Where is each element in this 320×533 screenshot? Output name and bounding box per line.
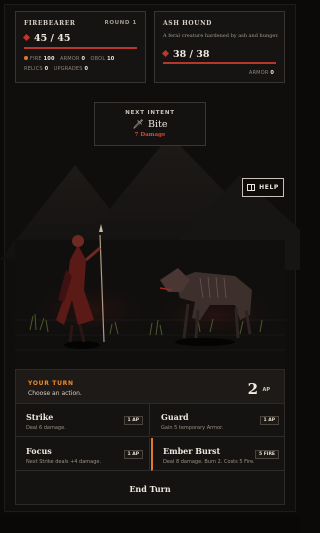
health-gem-icon [22,33,31,42]
action-name: Guard [161,412,189,422]
ap-unit: AP [262,387,270,393]
player-hp-fill [24,47,137,49]
turn-header: YOUR TURN Choose an action. 2 AP [16,370,284,404]
relics-label: RELICS [24,66,43,72]
next-intent-panel: NEXT INTENT 🗡 Bite 7 Damage [94,102,206,146]
book-icon [247,184,256,191]
enemy-armor-value: 0 [270,70,274,76]
player-panel: FIREBEARER ROUND 1 45 / 45 FIRE 100 ARMO… [15,11,146,83]
relics-value: 0 [44,66,49,72]
enemy-armor-label: ARMOR [248,70,269,76]
player-stats-row2: RELICS 0 UPGRADES 0 [24,66,88,72]
player-stats-row1: FIRE 100 ARMOR 0 OBOL 10 [24,56,114,62]
obol-label: OBOL [90,56,106,62]
player-hp-bar [24,47,137,49]
action-name: Strike [26,412,54,422]
armor-label: ARMOR [60,56,80,62]
upgrades-value: 0 [84,66,89,72]
player-name: FIREBEARER [24,20,76,27]
turn-title: YOUR TURN [28,380,74,387]
intent-name: 🗡 Bite [95,119,205,130]
action-guard[interactable]: Guard Gain 5 temporary Armor. 1 AP [151,404,285,437]
player-hp: 45 / 45 [22,33,71,44]
enemy-hp-bar [163,62,276,64]
upgrades-label: UPGRADES [53,66,83,72]
action-name: Ember Burst [163,446,221,456]
enemy-panel: ASH HOUND A feral creature hardened by a… [154,11,285,83]
action-cost: 1 AP [259,416,279,425]
intent-action: Bite [147,119,168,130]
obol-value: 10 [107,56,115,62]
action-focus[interactable]: Focus Next Strike deals +4 damage. 1 AP [16,438,150,471]
dagger-icon: 🗡 [132,120,144,130]
bottom-strip [0,515,300,533]
round-indicator: ROUND 1 [104,20,137,26]
help-button[interactable]: HELP [242,178,284,197]
enemy-description: A feral creature hardened by ash and hun… [163,33,279,39]
fire-value: 100 [43,56,55,62]
ap-value: 2 [247,380,258,398]
action-desc: Deal 8 damage. Burn 2. Costs 5 Fire. [163,459,255,465]
enemy-armor: ARMOR 0 [249,70,274,76]
action-name: Focus [26,446,52,456]
action-desc: Deal 6 damage. [26,425,66,431]
enemy-hp: 38 / 38 [161,49,210,60]
player-hp-value: 45 / 45 [34,33,71,44]
enemy-name: ASH HOUND [163,20,212,27]
action-cost: 1 AP [123,416,143,425]
battle-scene [0,135,300,370]
health-gem-icon [161,49,170,58]
help-label: HELP [259,184,279,191]
enemy-hp-fill [163,62,276,64]
action-strike[interactable]: Strike Deal 6 damage. 1 AP [16,404,150,437]
enemy-hp-value: 38 / 38 [173,49,210,60]
action-cost: 5 FIRE [255,450,279,459]
action-cost: 1 AP [123,450,143,459]
intent-label: NEXT INTENT [125,110,175,116]
action-desc: Gain 5 temporary Armor. [161,425,224,431]
fire-icon [24,56,28,60]
action-desc: Next Strike deals +4 damage. [26,459,102,465]
turn-subtitle: Choose an action. [28,390,82,397]
end-turn-button[interactable]: End Turn [16,472,284,505]
fire-label: FIRE [30,56,42,62]
armor-value: 0 [81,56,86,62]
action-ember-burst[interactable]: Ember Burst Deal 8 damage. Burn 2. Costs… [151,438,285,471]
intent-damage: 7 Damage [134,132,166,138]
turn-panel: YOUR TURN Choose an action. 2 AP Strike … [15,369,285,505]
